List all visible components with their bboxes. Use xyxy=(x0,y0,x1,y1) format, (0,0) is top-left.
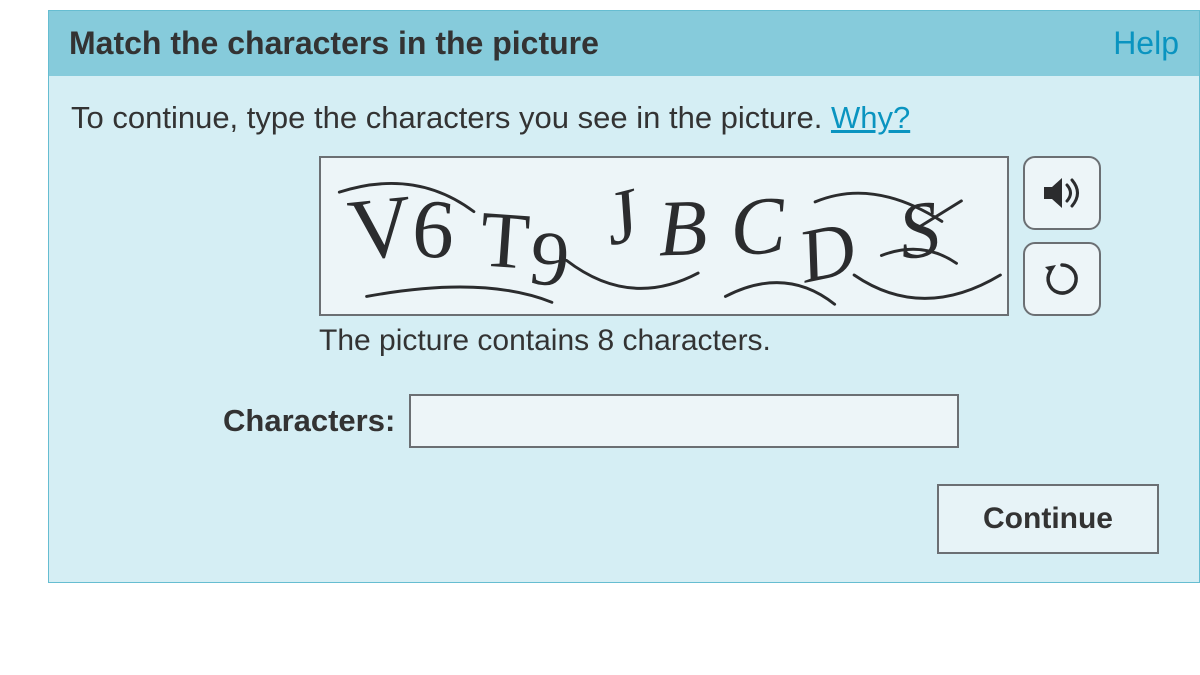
instruction-text: To continue, type the characters you see… xyxy=(71,100,1177,136)
svg-text:S: S xyxy=(893,185,945,278)
panel-title: Match the characters in the picture xyxy=(69,25,599,62)
captcha-row: V 6 T 9 J B C D S xyxy=(319,156,1177,316)
svg-text:C: C xyxy=(727,179,789,274)
captcha-image: V 6 T 9 J B C D S xyxy=(319,156,1009,316)
why-link[interactable]: Why? xyxy=(831,100,910,135)
speaker-icon xyxy=(1041,174,1083,212)
svg-text:V: V xyxy=(344,176,417,279)
action-row: Continue xyxy=(71,484,1177,554)
svg-text:J: J xyxy=(594,172,650,262)
svg-text:T: T xyxy=(477,195,532,286)
panel-body: To continue, type the characters you see… xyxy=(49,76,1199,582)
refresh-button[interactable] xyxy=(1023,242,1101,316)
svg-text:9: 9 xyxy=(526,213,574,304)
character-count-text: The picture contains 8 characters. xyxy=(319,324,1177,358)
captcha-controls xyxy=(1023,156,1101,316)
svg-text:B: B xyxy=(657,184,709,274)
svg-text:6: 6 xyxy=(409,182,457,278)
characters-label: Characters: xyxy=(223,403,395,439)
refresh-icon xyxy=(1042,259,1082,299)
continue-button[interactable]: Continue xyxy=(937,484,1159,554)
help-link[interactable]: Help xyxy=(1113,25,1179,62)
input-row: Characters: xyxy=(223,394,1177,448)
captcha-panel: Match the characters in the picture Help… xyxy=(48,10,1200,583)
characters-input[interactable] xyxy=(409,394,959,448)
instruction-span: To continue, type the characters you see… xyxy=(71,100,831,135)
panel-header: Match the characters in the picture Help xyxy=(49,11,1199,76)
audio-button[interactable] xyxy=(1023,156,1101,230)
